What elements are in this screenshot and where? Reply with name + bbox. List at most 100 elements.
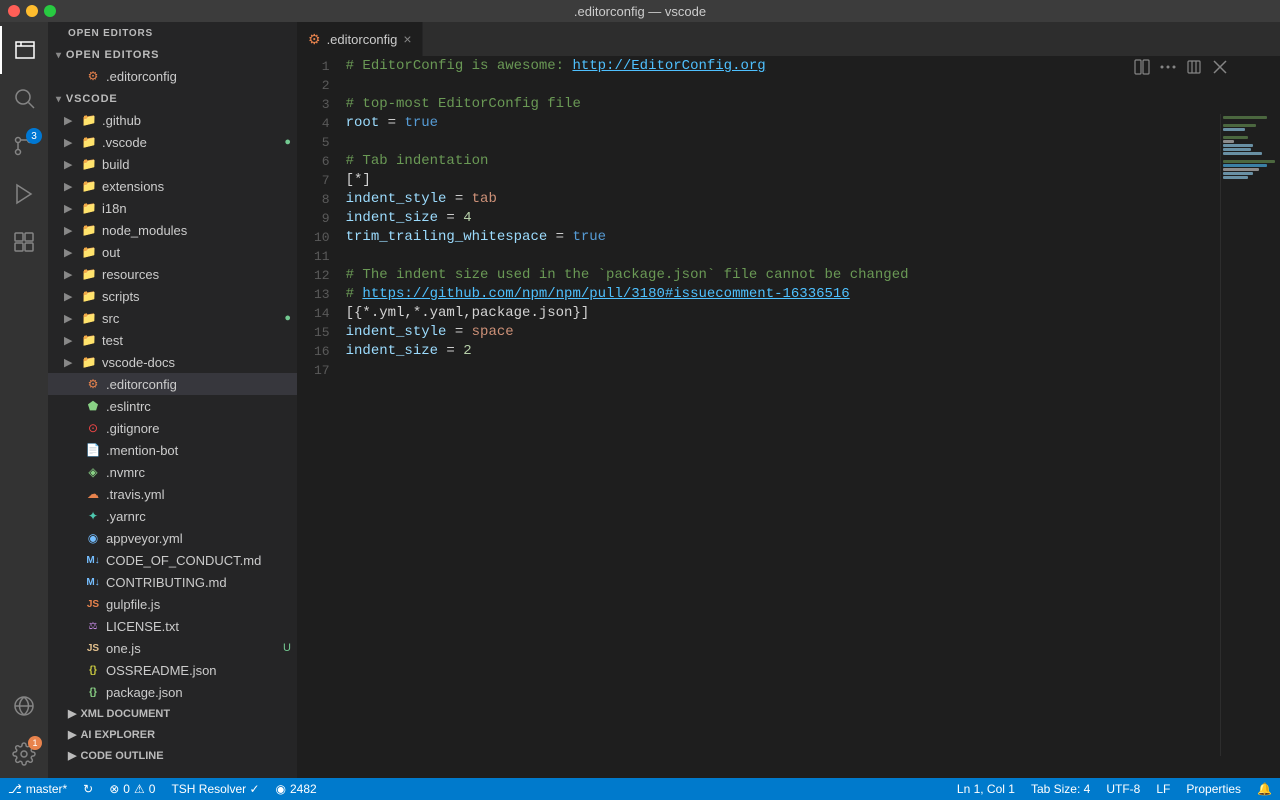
error-icon: ⊗ bbox=[109, 782, 119, 796]
file-gulpfile[interactable]: JS gulpfile.js bbox=[48, 593, 297, 615]
tab-size-status[interactable]: Tab Size: 4 bbox=[1023, 778, 1098, 800]
xml-document-header[interactable]: ▶ XML DOCUMENT bbox=[48, 703, 297, 724]
split-editor-button[interactable] bbox=[1132, 57, 1152, 82]
file-package-json-icon: {} bbox=[84, 683, 102, 701]
folder-node-modules[interactable]: ▶ 📁 node_modules bbox=[48, 219, 297, 241]
file-yarnrc-icon: ✦ bbox=[84, 507, 102, 525]
encoding-status[interactable]: UTF-8 bbox=[1098, 778, 1148, 800]
code-line-10: trim_trailing_whitespace = true bbox=[346, 228, 1220, 247]
folder-vscode-icon: 📁 bbox=[80, 133, 98, 151]
line-ending-status[interactable]: LF bbox=[1148, 778, 1178, 800]
errors-status[interactable]: ⊗ 0 ⚠ 0 bbox=[101, 778, 163, 800]
file-mention-bot[interactable]: 📄 .mention-bot bbox=[48, 439, 297, 461]
traffic-lights bbox=[8, 5, 56, 17]
file-travis[interactable]: ☁ .travis.yml bbox=[48, 483, 297, 505]
cursor-position-status[interactable]: Ln 1, Col 1 bbox=[949, 778, 1023, 800]
file-code-of-conduct[interactable]: M↓ CODE_OF_CONDUCT.md bbox=[48, 549, 297, 571]
code-token: # top-most EditorConfig file bbox=[346, 95, 581, 114]
code-line-6: # Tab indentation bbox=[346, 152, 1220, 171]
file-gitignore[interactable]: ⊙ .gitignore bbox=[48, 417, 297, 439]
minimize-button[interactable] bbox=[26, 5, 38, 17]
folder-i18n[interactable]: ▶ 📁 i18n bbox=[48, 197, 297, 219]
code-link[interactable]: http://EditorConfig.org bbox=[572, 57, 765, 76]
more-actions-button[interactable] bbox=[1158, 57, 1178, 82]
line-num-4: 4 bbox=[314, 114, 330, 133]
debug-activity-icon[interactable] bbox=[0, 170, 48, 218]
folder-test-icon: 📁 bbox=[80, 331, 98, 349]
folder-resources[interactable]: ▶ 📁 resources bbox=[48, 263, 297, 285]
extensions-activity-icon[interactable] bbox=[0, 218, 48, 266]
code-token: = bbox=[438, 342, 463, 361]
ai-explorer-header[interactable]: ▶ AI EXPLORER bbox=[48, 724, 297, 745]
sync-status[interactable]: ↻ bbox=[75, 778, 101, 800]
editorconfig-file-icon: ⚙ bbox=[84, 67, 102, 85]
xml-chevron: ▶ bbox=[68, 707, 76, 720]
file-editorconfig[interactable]: ⚙ .editorconfig bbox=[48, 373, 297, 395]
sync-icon: ↻ bbox=[83, 782, 93, 796]
close-button[interactable] bbox=[8, 5, 20, 17]
git-branch-status[interactable]: ⎇ master* bbox=[0, 778, 75, 800]
folder-test[interactable]: ▶ 📁 test bbox=[48, 329, 297, 351]
folder-scripts[interactable]: ▶ 📁 scripts bbox=[48, 285, 297, 307]
folder-node-modules-icon: 📁 bbox=[80, 221, 98, 239]
maximize-button[interactable] bbox=[44, 5, 56, 17]
tsh-resolver-status[interactable]: TSH Resolver ✓ bbox=[163, 778, 267, 800]
file-gulpfile-icon: JS bbox=[84, 595, 102, 613]
file-contributing-icon: M↓ bbox=[84, 573, 102, 591]
file-eslintrc[interactable]: ⬟ .eslintrc bbox=[48, 395, 297, 417]
outline-label: CODE OUTLINE bbox=[80, 750, 163, 762]
explorer-icon[interactable] bbox=[0, 26, 48, 74]
folder-vscode-docs-chevron: ▶ bbox=[64, 356, 80, 369]
folder-node-modules-label: node_modules bbox=[102, 223, 297, 238]
eye-status[interactable]: ◉ 2482 bbox=[268, 778, 325, 800]
explorer-section-header[interactable]: OPEN EDITORS bbox=[48, 22, 297, 43]
file-contributing[interactable]: M↓ CONTRIBUTING.md bbox=[48, 571, 297, 593]
file-license[interactable]: ⚖ LICENSE.txt bbox=[48, 615, 297, 637]
code-link[interactable]: https://github.com/npm/npm/pull/3180#iss… bbox=[362, 285, 849, 304]
maximize-editor-button[interactable] bbox=[1184, 57, 1204, 82]
file-package-json[interactable]: {} package.json bbox=[48, 681, 297, 703]
search-activity-icon[interactable] bbox=[0, 74, 48, 122]
file-one-js[interactable]: JS one.js U bbox=[48, 637, 297, 659]
file-nvmrc[interactable]: ◈ .nvmrc bbox=[48, 461, 297, 483]
ai-chevron: ▶ bbox=[68, 728, 76, 741]
line-num-9: 9 bbox=[314, 209, 330, 228]
settings-activity-icon[interactable]: 1 bbox=[0, 730, 48, 778]
git-activity-icon[interactable]: 3 bbox=[0, 122, 48, 170]
folder-vscode-chevron: ▶ bbox=[64, 136, 80, 149]
code-outline-header[interactable]: ▶ CODE OUTLINE bbox=[48, 745, 297, 766]
tab-editorconfig[interactable]: ⚙ .editorconfig × bbox=[298, 22, 423, 56]
code-line-13: # https://github.com/npm/npm/pull/3180#i… bbox=[346, 285, 1220, 304]
line-num-10: 10 bbox=[314, 228, 330, 247]
vscode-section-header[interactable]: ▾ VSCODE bbox=[48, 87, 297, 109]
folder-vscode[interactable]: ▶ 📁 .vscode ● bbox=[48, 131, 297, 153]
file-gitignore-icon: ⊙ bbox=[84, 419, 102, 437]
folder-out[interactable]: ▶ 📁 out bbox=[48, 241, 297, 263]
file-yarnrc[interactable]: ✦ .yarnrc bbox=[48, 505, 297, 527]
open-editors-header[interactable]: ▾ OPEN EDITORS bbox=[48, 43, 297, 65]
file-ossreadme[interactable]: {} OSSREADME.json bbox=[48, 659, 297, 681]
folder-github[interactable]: ▶ 📁 .github bbox=[48, 109, 297, 131]
vscode-label: VSCODE bbox=[66, 93, 118, 105]
close-editor-button[interactable] bbox=[1210, 57, 1230, 82]
code-content[interactable]: # EditorConfig is awesome: http://Editor… bbox=[346, 57, 1280, 778]
tab-close-button[interactable]: × bbox=[403, 32, 411, 46]
code-token: trim_trailing_whitespace bbox=[346, 228, 548, 247]
folder-src[interactable]: ▶ 📁 src ● bbox=[48, 307, 297, 329]
notifications-status[interactable]: 🔔 bbox=[1249, 778, 1280, 800]
folder-extensions[interactable]: ▶ 📁 extensions bbox=[48, 175, 297, 197]
error-count: 0 bbox=[123, 782, 130, 796]
language-mode-status[interactable]: Properties bbox=[1178, 778, 1249, 800]
code-token: indent_style bbox=[346, 323, 447, 342]
code-token: indent_size bbox=[346, 342, 438, 361]
file-appveyor[interactable]: ◉ appveyor.yml bbox=[48, 527, 297, 549]
code-editor[interactable]: 1 2 3 4 5 6 7 8 9 10 11 12 13 14 15 16 1… bbox=[298, 57, 1280, 778]
file-yarnrc-label: .yarnrc bbox=[106, 509, 297, 524]
code-token: [{*.yml,*.yaml,package.json}] bbox=[346, 304, 590, 323]
open-editor-editorconfig[interactable]: ⚙ .editorconfig bbox=[48, 65, 297, 87]
folder-vscode-docs[interactable]: ▶ 📁 vscode-docs bbox=[48, 351, 297, 373]
remote-activity-icon[interactable] bbox=[0, 682, 48, 730]
eye-icon: ◉ bbox=[276, 782, 286, 796]
folder-build[interactable]: ▶ 📁 build bbox=[48, 153, 297, 175]
line-num-2: 2 bbox=[314, 76, 330, 95]
